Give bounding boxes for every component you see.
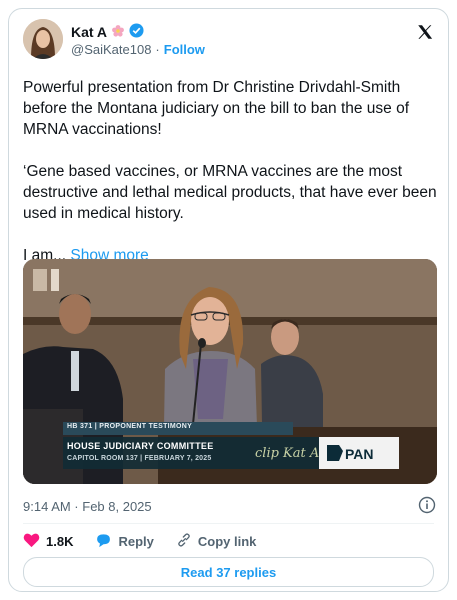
divider bbox=[23, 523, 434, 524]
timestamp[interactable]: 9:14 AM · Feb 8, 2025 bbox=[23, 499, 152, 514]
tweet-paragraph: Powerful presentation from Dr Christine … bbox=[23, 79, 410, 138]
handle-row: @SaiKate108 · Follow bbox=[71, 42, 205, 57]
copy-link-label: Copy link bbox=[197, 533, 257, 549]
video-thumbnail[interactable]: HB 371 | PROPONENT TESTIMONY HOUSE JUDIC… bbox=[23, 259, 437, 484]
reply-button[interactable]: Reply bbox=[95, 532, 154, 551]
separator-dot: · bbox=[155, 42, 160, 57]
action-bar: 1.8K Reply Copy link bbox=[23, 529, 256, 553]
reply-bubble-icon bbox=[95, 532, 112, 551]
info-icon[interactable] bbox=[418, 496, 436, 514]
heart-icon bbox=[23, 532, 40, 551]
author-name[interactable]: Kat A bbox=[71, 24, 107, 40]
banner-small-label: HB 371 | PROPONENT TESTIMONY bbox=[67, 423, 193, 430]
follow-button[interactable]: Follow bbox=[164, 42, 205, 57]
tweet-card: Kat A @SaiKate108 · Follow Powerful pres… bbox=[8, 8, 449, 592]
link-icon bbox=[176, 532, 192, 551]
banner-subtitle: CAPITOL ROOM 137 | FEBRUARY 7, 2025 bbox=[67, 455, 212, 462]
verified-badge-icon bbox=[129, 23, 144, 41]
like-button[interactable]: 1.8K bbox=[23, 532, 73, 551]
network-logo: PAN bbox=[345, 446, 374, 462]
tweet-body: Powerful presentation from Dr Christine … bbox=[23, 77, 438, 287]
banner-title: HOUSE JUDICIARY COMMITTEE bbox=[67, 441, 214, 451]
read-replies-label: Read 37 replies bbox=[180, 564, 277, 580]
reply-label: Reply bbox=[118, 533, 154, 549]
avatar[interactable] bbox=[23, 19, 63, 59]
like-count: 1.8K bbox=[46, 533, 74, 549]
read-replies-button[interactable]: Read 37 replies bbox=[23, 557, 434, 587]
flower-emoji-icon bbox=[111, 24, 125, 41]
clip-watermark: clip Kat A bbox=[255, 446, 320, 461]
author-handle[interactable]: @SaiKate108 bbox=[71, 42, 151, 57]
x-logo-icon[interactable] bbox=[416, 23, 434, 41]
author-name-row[interactable]: Kat A bbox=[71, 23, 144, 41]
copy-link-button[interactable]: Copy link bbox=[176, 532, 257, 551]
tweet-paragraph: ‘Gene based vaccines, or MRNA vaccines a… bbox=[23, 163, 437, 222]
